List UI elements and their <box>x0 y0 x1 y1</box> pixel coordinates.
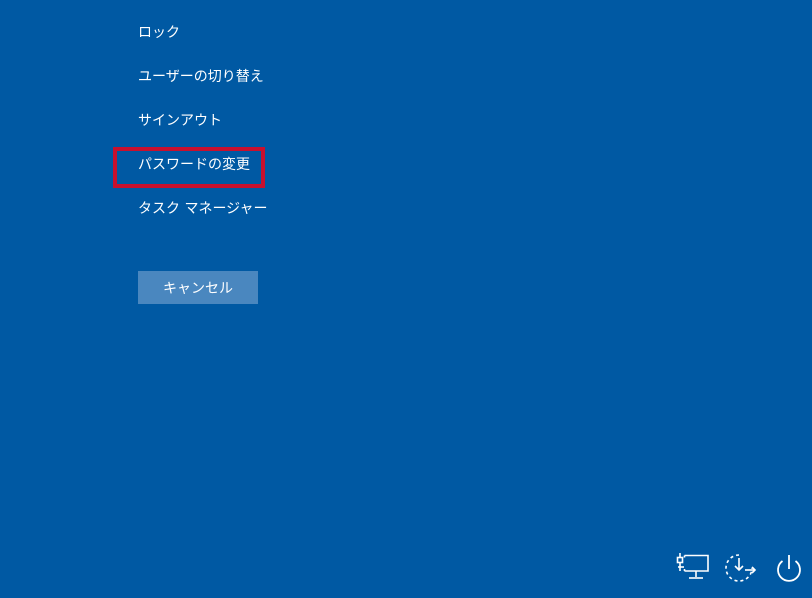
menu-item-task-manager[interactable]: タスク マネージャー <box>138 200 267 218</box>
menu-item-change-password[interactable]: パスワードの変更 <box>138 156 250 174</box>
cancel-button[interactable]: キャンセル <box>138 271 258 304</box>
menu-item-sign-out[interactable]: サインアウト <box>138 112 222 130</box>
power-icon[interactable] <box>773 552 805 588</box>
ease-of-access-icon[interactable] <box>723 552 757 588</box>
network-icon[interactable] <box>676 552 710 588</box>
menu-item-switch-user[interactable]: ユーザーの切り替え <box>138 68 264 86</box>
menu-item-lock[interactable]: ロック <box>138 24 180 42</box>
